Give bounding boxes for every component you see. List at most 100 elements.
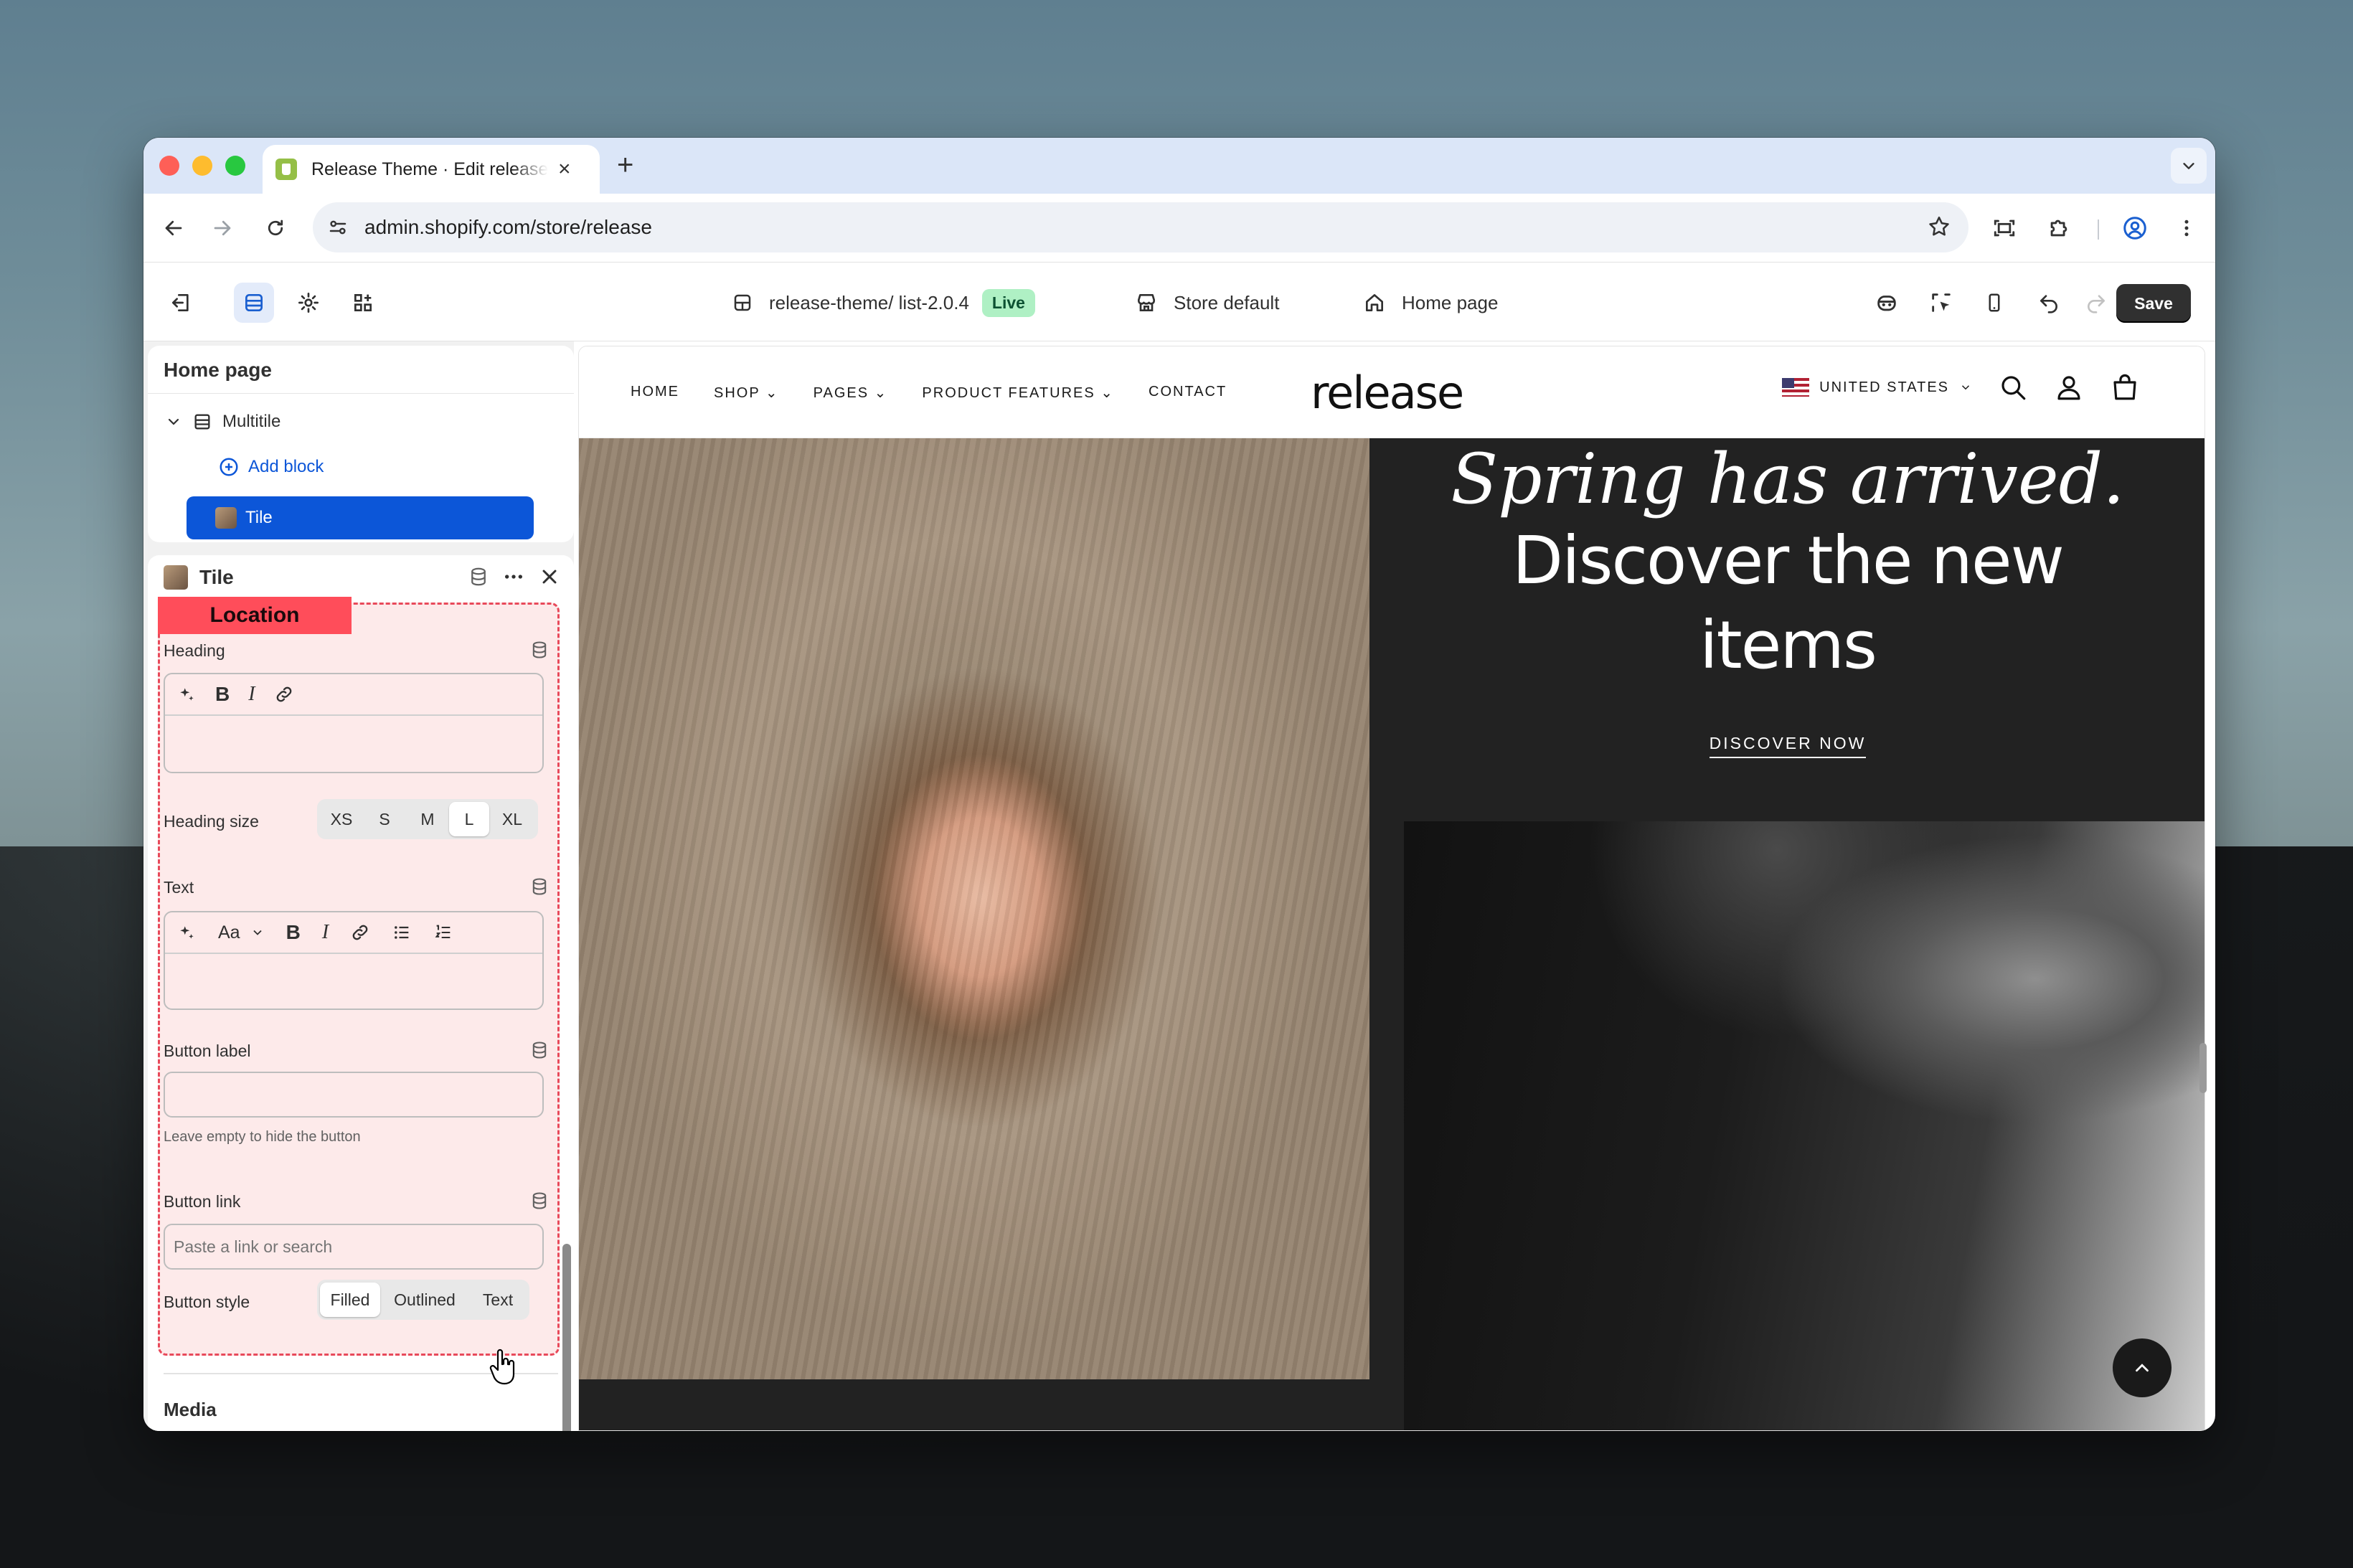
button-label-label: Button label xyxy=(164,1042,251,1060)
select-element-button[interactable] xyxy=(1921,283,1961,323)
heading-richtext-field[interactable]: B I xyxy=(164,673,544,773)
text-style-dropdown[interactable]: Aa xyxy=(218,922,265,943)
ai-sparkle-icon[interactable] xyxy=(178,923,197,942)
nav-home[interactable]: HOME xyxy=(631,384,679,402)
screenshot-button[interactable] xyxy=(1987,211,2022,245)
profile-button[interactable] xyxy=(2118,211,2152,245)
heading-label: Heading xyxy=(164,641,225,660)
block-settings-title: Tile xyxy=(164,565,234,590)
screen-capture-icon xyxy=(1994,219,2015,237)
inspector-button[interactable] xyxy=(1867,283,1907,323)
block-item-tile[interactable]: Tile xyxy=(187,496,534,539)
search-icon[interactable] xyxy=(1998,372,2028,402)
sections-button[interactable] xyxy=(234,283,274,323)
redo-icon xyxy=(2088,295,2105,313)
minimize-window-button[interactable] xyxy=(192,156,212,176)
heading-size-s[interactable]: S xyxy=(363,802,406,836)
database-icon[interactable] xyxy=(468,566,489,587)
country-selector[interactable]: UNITED STATES xyxy=(1782,378,1972,397)
heading-size-l[interactable]: L xyxy=(449,802,489,836)
ai-sparkle-icon[interactable] xyxy=(178,685,197,704)
forward-button[interactable] xyxy=(205,211,240,245)
italic-icon[interactable]: I xyxy=(248,683,255,706)
block-actions xyxy=(468,565,561,588)
mobile-preview-button[interactable] xyxy=(1974,283,2014,323)
tab-search-button[interactable] xyxy=(2171,148,2207,184)
tab-title: Release Theme · Edit release-theme/ list… xyxy=(311,159,548,179)
button-style-text[interactable]: Text xyxy=(469,1283,527,1317)
preview-scrollbar[interactable] xyxy=(2199,1043,2207,1093)
heading-toolbar: B I xyxy=(165,674,542,716)
theme-name: release-theme/ list-2.0.4 xyxy=(769,291,969,313)
sidebar-divider xyxy=(148,393,574,394)
button-label-input[interactable] xyxy=(164,1072,544,1118)
button-style-filled[interactable]: Filled xyxy=(320,1283,380,1317)
page-selector[interactable]: Home page xyxy=(1363,284,1498,321)
new-tab-button[interactable]: + xyxy=(617,151,633,179)
apps-button[interactable] xyxy=(343,283,383,323)
browser-menu-button[interactable] xyxy=(2169,211,2204,245)
home-icon xyxy=(1366,294,1383,311)
redo-button[interactable] xyxy=(2076,283,2116,323)
text-richtext-field[interactable]: Aa B I xyxy=(164,911,544,1010)
italic-icon[interactable]: I xyxy=(322,921,329,944)
context-selector[interactable]: Store default xyxy=(1135,284,1279,321)
account-icon[interactable] xyxy=(2054,372,2084,402)
site-settings-icon xyxy=(329,220,346,235)
nav-shop[interactable]: SHOP xyxy=(714,384,779,402)
text-style-label: Aa xyxy=(218,922,240,943)
close-window-button[interactable] xyxy=(159,156,179,176)
bookmark-star-icon[interactable] xyxy=(1927,214,1951,239)
dynamic-source-icon[interactable] xyxy=(529,1191,550,1211)
settings-scrollbar[interactable] xyxy=(562,1244,571,1431)
heading-size-m[interactable]: M xyxy=(406,802,449,836)
maximize-window-button[interactable] xyxy=(225,156,245,176)
heading-size-label: Heading size xyxy=(164,812,259,831)
undo-button[interactable] xyxy=(2029,283,2069,323)
back-to-top-button[interactable] xyxy=(2113,1338,2172,1397)
add-block-button[interactable]: Add block xyxy=(218,456,324,478)
button-link-input[interactable] xyxy=(164,1224,544,1270)
dynamic-source-icon[interactable] xyxy=(529,640,550,660)
heading-size-xl[interactable]: XL xyxy=(489,802,535,836)
back-button[interactable] xyxy=(156,211,191,245)
section-multitile[interactable]: Multitile xyxy=(165,412,280,432)
button-style-outlined[interactable]: Outlined xyxy=(380,1283,469,1317)
reload-button[interactable] xyxy=(258,211,293,245)
extensions-button[interactable] xyxy=(2042,211,2076,245)
address-bar[interactable]: admin.shopify.com/store/release xyxy=(313,202,1968,252)
chevron-down-icon xyxy=(1961,385,1970,390)
dynamic-source-icon[interactable] xyxy=(529,1040,550,1060)
heading-size-xs[interactable]: XS xyxy=(320,802,363,836)
dynamic-source-icon[interactable] xyxy=(529,877,550,897)
store-logo[interactable]: release xyxy=(1311,367,1464,419)
hero-image-monochrome-portrait xyxy=(1404,821,2205,1430)
numbered-list-icon[interactable] xyxy=(433,922,453,943)
bold-icon[interactable]: B xyxy=(286,921,301,944)
more-horizontal-icon[interactable] xyxy=(502,565,525,588)
nav-product-features[interactable]: PRODUCT FEATURES xyxy=(922,384,1114,402)
bullet-list-icon[interactable] xyxy=(392,922,412,943)
tab-close-icon[interactable]: × xyxy=(558,159,571,180)
theme-selector[interactable]: release-theme/ list-2.0.4 Live xyxy=(732,284,1035,321)
button-style-label: Button style xyxy=(164,1293,250,1311)
exit-editor-button[interactable] xyxy=(161,283,201,323)
tile-thumbnail-icon xyxy=(215,507,237,529)
bold-icon[interactable]: B xyxy=(215,683,230,706)
close-icon[interactable] xyxy=(538,565,561,588)
shopify-favicon-icon xyxy=(275,159,297,180)
save-button[interactable]: Save xyxy=(2116,284,2191,323)
text-label: Text xyxy=(164,878,194,897)
link-icon[interactable] xyxy=(350,922,370,943)
store-icon xyxy=(1138,294,1155,311)
profile-icon xyxy=(2123,217,2146,240)
cart-icon[interactable] xyxy=(2110,372,2140,402)
nav-pages[interactable]: PAGES xyxy=(814,384,888,402)
page-label: Home page xyxy=(1402,291,1499,313)
browser-tab[interactable]: Release Theme · Edit release-theme/ list… xyxy=(263,145,600,194)
discover-now-link[interactable]: DISCOVER NOW xyxy=(1709,734,1867,758)
button-label-help: Leave empty to hide the button xyxy=(164,1129,361,1145)
link-icon[interactable] xyxy=(274,684,294,704)
theme-settings-button[interactable] xyxy=(288,283,329,323)
nav-contact[interactable]: CONTACT xyxy=(1149,384,1227,402)
